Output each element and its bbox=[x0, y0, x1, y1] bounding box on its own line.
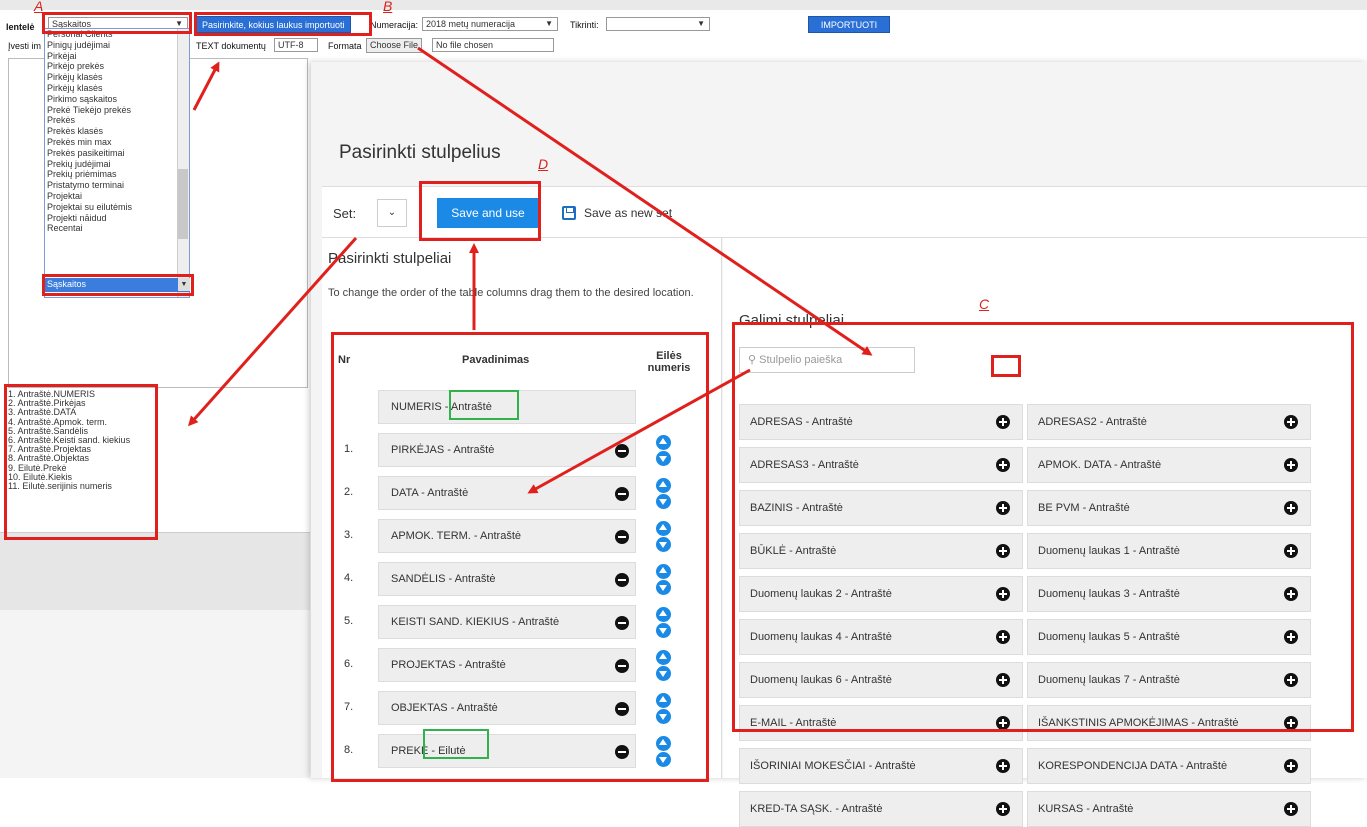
dropdown-option[interactable]: Pirkėjai bbox=[45, 51, 189, 62]
add-circle-icon[interactable] bbox=[996, 759, 1010, 773]
chevron-down-icon: ▼ bbox=[545, 19, 553, 28]
dropdown-option[interactable]: Pinigų judėjimai bbox=[45, 40, 189, 51]
no-file-text: No file chosen bbox=[432, 38, 554, 52]
enter-import-label: Įvesti im bbox=[8, 41, 42, 51]
floppy-disk-icon bbox=[562, 206, 576, 220]
encoding-label: TEXT dokumentų bbox=[196, 41, 266, 51]
set-label: Set: bbox=[333, 206, 357, 221]
annotation-label-a: A bbox=[34, 0, 44, 14]
numeracija-select[interactable]: 2018 metų numeracija ▼ bbox=[422, 17, 558, 31]
annotation-box-plus bbox=[991, 355, 1021, 377]
drag-hint: To change the order of the table columns… bbox=[328, 287, 694, 299]
annotation-box-b bbox=[194, 12, 372, 36]
set-dropdown[interactable]: ⌄ bbox=[377, 199, 407, 227]
annotation-box-dropdown bbox=[42, 274, 194, 296]
annotation-label-d: D bbox=[538, 156, 549, 172]
dropdown-option[interactable]: Prekės min max bbox=[45, 137, 189, 148]
highlight-antraste bbox=[449, 390, 519, 420]
available-column-label: KORESPONDENCIJA DATA - Antraštė bbox=[1038, 760, 1228, 772]
annotation-box-d bbox=[419, 181, 541, 241]
tikrinti-label: Tikrinti: bbox=[570, 20, 599, 30]
dropdown-option[interactable]: Prekių judėjimai bbox=[45, 159, 189, 170]
encoding-select[interactable]: UTF-8 bbox=[274, 38, 318, 52]
dropdown-option[interactable]: Pristatymo terminai bbox=[45, 180, 189, 191]
dropdown-option[interactable]: Pirkėjo prekės bbox=[45, 61, 189, 72]
dropdown-option[interactable]: Prekių priėmimas bbox=[45, 169, 189, 180]
annotation-box-fields bbox=[4, 384, 158, 540]
available-column-item[interactable]: KORESPONDENCIJA DATA - Antraštė bbox=[1027, 748, 1311, 784]
selected-columns-heading: Pasirinkti stulpeliai bbox=[328, 250, 452, 267]
document-type-dropdown[interactable]: Personal Clients Pinigų judėjimai Pirkėjai… bbox=[44, 28, 190, 298]
dropdown-option[interactable]: Recentai bbox=[45, 223, 189, 234]
annotation-label-c: C bbox=[979, 296, 990, 312]
dropdown-option[interactable]: Prekės klasės bbox=[45, 126, 189, 137]
chevron-down-icon: ▼ bbox=[697, 19, 705, 28]
choose-file-button[interactable]: Choose File bbox=[366, 38, 423, 53]
numeracija-label: Numeracija: bbox=[370, 20, 419, 30]
available-column-label: IŠORINIAI MOKESČIAI - Antraštė bbox=[750, 760, 916, 772]
dropdown-option[interactable]: Pirkėjų klasės bbox=[45, 72, 189, 83]
modal-title: Pasirinkti stulpelius bbox=[339, 142, 501, 163]
template-label: lentelė bbox=[6, 22, 35, 32]
page-bottom bbox=[0, 610, 310, 778]
available-column-item[interactable]: KRED-TA SĄSK. - Antraštė bbox=[739, 791, 1023, 827]
dropdown-option[interactable]: Projektai su eilutėmis bbox=[45, 202, 189, 213]
annotation-box-selected bbox=[331, 332, 709, 782]
available-column-item[interactable]: KURSAS - Antraštė bbox=[1027, 791, 1311, 827]
save-as-new-set-button[interactable]: Save as new set bbox=[562, 199, 672, 227]
available-column-label: KRED-TA SĄSK. - Antraštė bbox=[750, 803, 883, 815]
add-circle-icon[interactable] bbox=[1284, 759, 1298, 773]
dropdown-scrollbar[interactable] bbox=[177, 29, 189, 297]
highlight-eilute bbox=[423, 729, 489, 759]
tikrinti-select[interactable]: ▼ bbox=[606, 17, 710, 31]
chevron-down-icon: ⌄ bbox=[387, 207, 397, 218]
annotation-box-a bbox=[42, 12, 192, 34]
add-circle-icon[interactable] bbox=[1284, 802, 1298, 816]
dropdown-option[interactable]: Projekti nāidud bbox=[45, 213, 189, 224]
dropdown-option[interactable]: Projektai bbox=[45, 191, 189, 202]
top-strip bbox=[0, 0, 1367, 10]
annotation-label-b: B bbox=[383, 0, 393, 14]
choose-columns-modal: Pasirinkti stulpelius Set: ⌄ Save and us… bbox=[311, 62, 1367, 827]
add-circle-icon[interactable] bbox=[996, 802, 1010, 816]
dropdown-option[interactable]: Prekė Tiekėjo prekės bbox=[45, 105, 189, 116]
annotation-box-c bbox=[732, 322, 1354, 732]
dropdown-option[interactable]: Pirkimo sąskaitos bbox=[45, 94, 189, 105]
import-button[interactable]: IMPORTUOTI bbox=[808, 16, 890, 33]
dropdown-option[interactable]: Prekės bbox=[45, 115, 189, 126]
available-column-item[interactable]: IŠORINIAI MOKESČIAI - Antraštė bbox=[739, 748, 1023, 784]
format-label: Formata bbox=[328, 41, 362, 51]
available-column-label: KURSAS - Antraštė bbox=[1038, 803, 1134, 815]
gray-band bbox=[0, 532, 310, 610]
dropdown-option[interactable]: Pirkėjų klasės bbox=[45, 83, 189, 94]
dropdown-option[interactable]: Prekės pasikeitimai bbox=[45, 148, 189, 159]
